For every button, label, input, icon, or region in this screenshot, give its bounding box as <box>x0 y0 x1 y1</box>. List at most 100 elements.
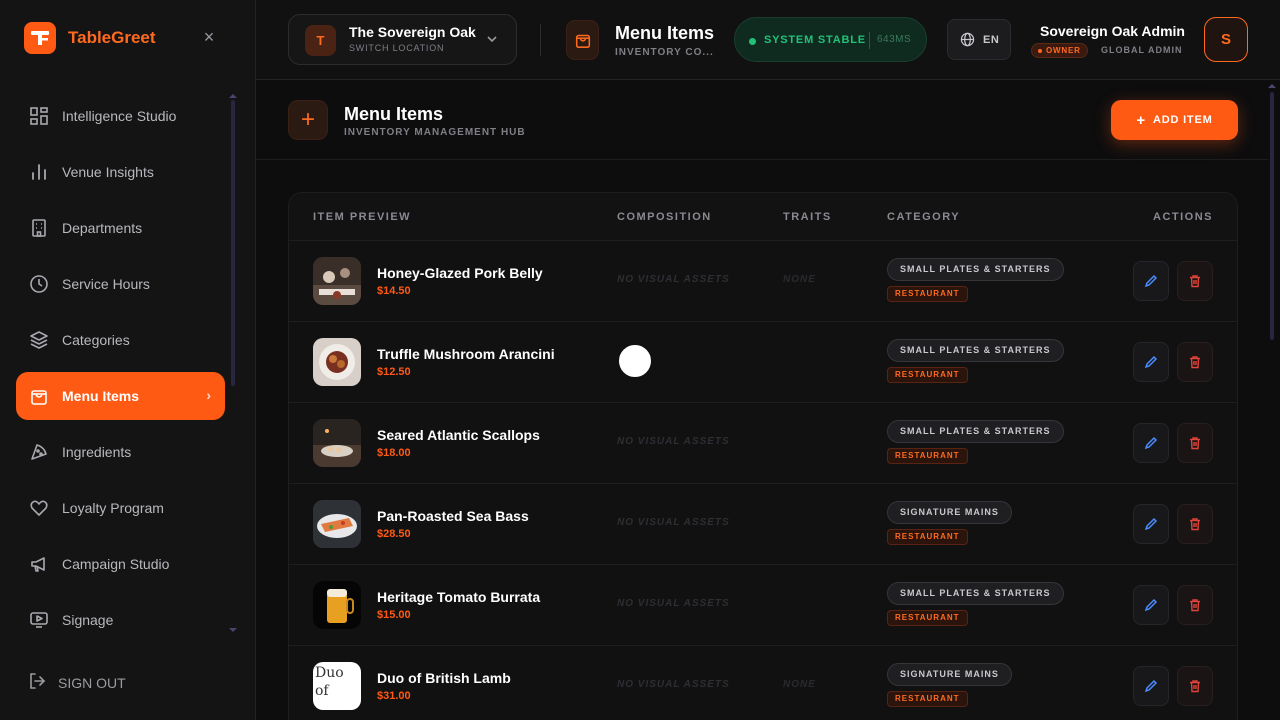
composition-empty: NO VISUAL ASSETS <box>617 436 730 447</box>
sidebar-item-intelligence-studio[interactable]: Intelligence Studio <box>16 92 225 140</box>
add-item-button[interactable]: + ADD ITEM <box>1111 100 1238 140</box>
sidebar-item-venue-insights[interactable]: Venue Insights <box>16 148 225 196</box>
item-price: $12.50 <box>377 366 411 378</box>
item-thumbnail <box>313 338 361 386</box>
composition-empty: NO VISUAL ASSETS <box>617 598 730 609</box>
table-row[interactable]: Pan-Roasted Sea Bass $28.50 NO VISUAL AS… <box>289 484 1237 565</box>
category-pill: SMALL PLATES & STARTERS <box>887 258 1064 281</box>
item-price: $18.00 <box>377 447 411 459</box>
column-header-item-preview: ITEM PREVIEW <box>313 211 412 223</box>
section-title: Menu Items <box>344 104 444 124</box>
menu-items-table: ITEM PREVIEW COMPOSITION TRAITS CATEGORY… <box>288 192 1238 720</box>
item-name: Pan-Roasted Sea Bass <box>377 508 529 524</box>
sidebar-scrollbar[interactable] <box>231 100 235 386</box>
content-scrollbar[interactable] <box>1270 92 1274 340</box>
pencil-icon <box>1144 679 1158 693</box>
type-badge: RESTAURANT <box>887 691 968 707</box>
status-label: SYSTEM STABLE <box>764 34 866 46</box>
pencil-icon <box>1144 274 1158 288</box>
language-label: EN <box>983 34 1000 46</box>
table-row[interactable]: Seared Atlantic Scallops $18.00 NO VISUA… <box>289 403 1237 484</box>
grid-icon <box>28 105 50 127</box>
table-row[interactable]: Truffle Mushroom Arancini $12.50 SMALL P… <box>289 322 1237 403</box>
item-thumbnail <box>313 500 361 548</box>
sidebar-item-label: Service Hours <box>62 276 150 292</box>
sidebar-nav: Intelligence Studio Venue Insights Depar… <box>16 92 225 652</box>
page-title: Menu Items <box>615 23 715 43</box>
heart-icon <box>28 497 50 519</box>
item-thumbnail <box>313 419 361 467</box>
delete-button[interactable] <box>1177 342 1213 382</box>
sidebar-item-menu-items[interactable]: Menu Items › <box>16 372 225 420</box>
sidebar: TableGreet × Intelligence Studio Venue I… <box>0 0 256 720</box>
display-icon <box>28 609 50 631</box>
section-header: + Menu Items INVENTORY MANAGEMENT HUB + … <box>256 80 1268 160</box>
item-thumbnail: Duo of <box>313 662 361 710</box>
category-pill: SIGNATURE MAINS <box>887 501 1012 524</box>
delete-button[interactable] <box>1177 423 1213 463</box>
sidebar-item-label: Menu Items <box>62 388 140 404</box>
edit-button[interactable] <box>1133 261 1169 301</box>
edit-button[interactable] <box>1133 342 1169 382</box>
brand-logo <box>24 22 56 54</box>
sidebar-item-service-hours[interactable]: Service Hours <box>16 260 225 308</box>
sidebar-item-campaign-studio[interactable]: Campaign Studio <box>16 540 225 588</box>
brand-name: TableGreet <box>68 28 156 47</box>
sidebar-item-categories[interactable]: Categories <box>16 316 225 364</box>
column-header-traits: TRAITS <box>783 211 832 223</box>
top-bar: T The Sovereign Oak SWITCH LOCATION Menu… <box>256 0 1280 80</box>
delete-button[interactable] <box>1177 504 1213 544</box>
item-price: $14.50 <box>377 285 411 297</box>
sidebar-item-signage[interactable]: Signage <box>16 596 225 644</box>
trash-icon <box>1190 599 1200 612</box>
sidebar-scroll-down[interactable] <box>229 628 237 632</box>
delete-button[interactable] <box>1177 666 1213 706</box>
type-badge: RESTAURANT <box>887 529 968 545</box>
delete-button[interactable] <box>1177 585 1213 625</box>
table-row[interactable]: Duo of Duo of British Lamb $31.00 NO VIS… <box>289 646 1237 720</box>
sidebar-item-label: Loyalty Program <box>62 500 164 516</box>
traits-none: NONE <box>783 274 816 285</box>
sidebar-item-label: Venue Insights <box>62 164 154 180</box>
table-row[interactable]: Heritage Tomato Burrata $15.00 NO VISUAL… <box>289 565 1237 646</box>
composition-empty: NO VISUAL ASSETS <box>617 517 730 528</box>
brand[interactable]: TableGreet <box>24 22 156 54</box>
close-icon[interactable]: × <box>200 28 218 46</box>
edit-button[interactable] <box>1133 585 1169 625</box>
logout-icon <box>28 672 46 693</box>
trash-icon <box>1190 518 1200 531</box>
sidebar-item-ingredients[interactable]: Ingredients <box>16 428 225 476</box>
table-header: ITEM PREVIEW COMPOSITION TRAITS CATEGORY… <box>289 193 1237 241</box>
trash-icon <box>1190 356 1200 369</box>
edit-button[interactable] <box>1133 423 1169 463</box>
type-badge: RESTAURANT <box>887 448 968 464</box>
composition-empty: NO VISUAL ASSETS <box>617 274 730 285</box>
edit-button[interactable] <box>1133 666 1169 706</box>
megaphone-icon <box>28 553 50 575</box>
content-scroll-up[interactable] <box>1268 84 1276 88</box>
edit-button[interactable] <box>1133 504 1169 544</box>
table-row[interactable]: Honey-Glazed Pork Belly $14.50 NO VISUAL… <box>289 241 1237 322</box>
user-name: Sovereign Oak Admin <box>1040 23 1185 39</box>
trash-icon <box>1190 275 1200 288</box>
pencil-icon <box>1144 355 1158 369</box>
item-price: $15.00 <box>377 609 411 621</box>
location-badge: T <box>305 25 336 56</box>
item-price: $28.50 <box>377 528 411 540</box>
location-switcher[interactable]: T The Sovereign Oak SWITCH LOCATION <box>288 14 517 65</box>
language-selector[interactable]: EN <box>947 19 1011 60</box>
status-dot <box>749 38 756 45</box>
pencil-icon <box>1144 517 1158 531</box>
delete-button[interactable] <box>1177 261 1213 301</box>
avatar[interactable]: S <box>1204 17 1248 62</box>
sidebar-item-departments[interactable]: Departments <box>16 204 225 252</box>
sidebar-scroll-up[interactable] <box>229 94 237 98</box>
sign-out-button[interactable]: SIGN OUT <box>28 672 126 693</box>
brand-logo-icon <box>31 31 49 45</box>
latency-value: 643MS <box>877 34 912 45</box>
composition-asset-thumbnail[interactable] <box>617 343 653 379</box>
sidebar-item-loyalty-program[interactable]: Loyalty Program <box>16 484 225 532</box>
plus-icon: + <box>1136 111 1146 129</box>
chevron-down-icon <box>486 33 498 48</box>
item-name: Honey-Glazed Pork Belly <box>377 265 543 281</box>
